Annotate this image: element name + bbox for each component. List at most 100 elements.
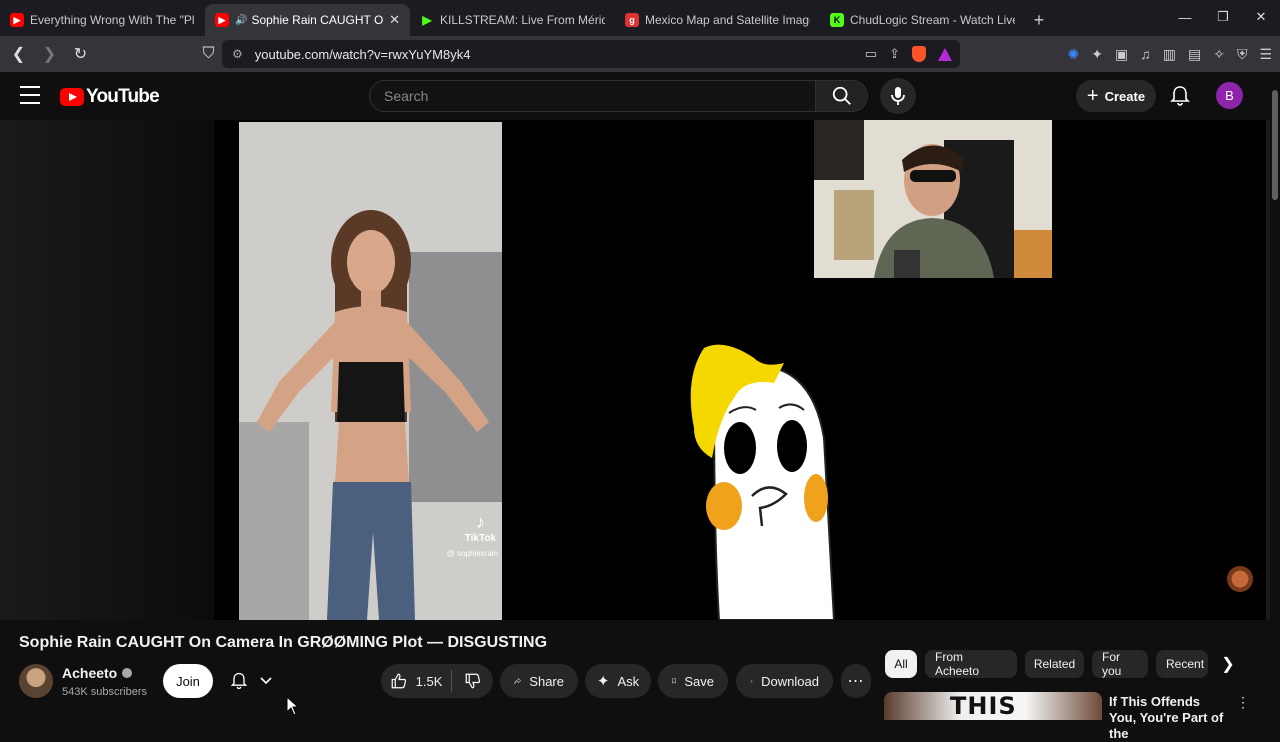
brave-rewards-icon[interactable] [938, 47, 952, 61]
close-window-icon[interactable]: ✕ [1242, 0, 1280, 34]
chevron-down-icon [260, 677, 272, 685]
chip-label: Recent [1166, 657, 1205, 671]
browser-tab-active[interactable]: ▶ 🔊 Sophie Rain CAUGHT On Cam ✕ [205, 4, 410, 36]
leo-ai-icon[interactable]: ✧ [1213, 46, 1225, 63]
account-avatar[interactable]: B [1216, 82, 1243, 109]
dislike-button[interactable] [452, 664, 493, 698]
thumbs-up-icon [391, 673, 406, 689]
chip-label: Related [1033, 657, 1076, 671]
thumbs-down-icon [465, 673, 480, 689]
more-actions-button[interactable]: ⋯ [841, 664, 871, 698]
more-horizontal-icon: ⋯ [847, 673, 865, 690]
search-button[interactable] [816, 80, 868, 112]
close-tab-icon[interactable]: ✕ [389, 12, 400, 28]
like-count: 1.5K [415, 673, 443, 689]
like-button[interactable]: 1.5K [381, 664, 451, 698]
browser-tab[interactable]: ▶ Everything Wrong With The "Plus Size [0, 4, 205, 36]
extensions-icon[interactable]: ✦ [1091, 46, 1103, 63]
window-controls: — ❐ ✕ [1166, 0, 1280, 34]
address-bar-row: ❮ ❯ ↻ ⛉ ⚙ youtube.com/watch?v=rwxYuYM8yk… [0, 36, 1280, 72]
brave-shields-icon[interactable] [912, 46, 926, 62]
microphone-icon [891, 87, 905, 105]
sparkle-icon: ✦ [596, 673, 610, 690]
url-text: youtube.com/watch?v=rwxYuYM8yk4 [254, 46, 471, 62]
wallet-icon[interactable]: ▤ [1188, 46, 1201, 63]
vpn-shield-icon[interactable]: ⛨ [1237, 46, 1248, 63]
youtube-icon: ▶ [10, 13, 24, 27]
avatar-letter: B [1225, 88, 1234, 103]
scrollbar-thumb[interactable] [1272, 90, 1278, 200]
ask-button[interactable]: ✦ Ask [585, 664, 651, 698]
page-scrollbar[interactable] [1270, 72, 1280, 720]
bookmark-save-icon [672, 678, 677, 684]
search-placeholder: Search [384, 88, 429, 104]
play-icon: ▶ [422, 13, 432, 27]
share-page-icon[interactable]: ⇪ [889, 46, 900, 62]
speaker-icon[interactable]: 🔊 [235, 15, 247, 26]
join-button[interactable]: Join [163, 664, 213, 698]
screenshot-icon[interactable]: ▣ [1115, 46, 1128, 63]
menu-icon[interactable]: ☰ [1259, 46, 1272, 63]
ambient-left [0, 120, 214, 620]
search-input[interactable]: Search [369, 80, 816, 112]
kick-icon: K [830, 13, 844, 27]
bell-icon [230, 672, 248, 690]
forward-icon[interactable]: ❯ [37, 40, 62, 68]
chip-related[interactable]: Related [1025, 650, 1084, 678]
download-button[interactable]: Download [736, 664, 833, 698]
chip-from-channel[interactable]: From Acheeto [925, 650, 1017, 678]
create-label: Create [1104, 88, 1146, 104]
save-button[interactable]: Save [658, 664, 728, 698]
notifications-bell-icon[interactable] [1168, 84, 1192, 108]
channel-name[interactable]: Acheeto [62, 665, 133, 681]
tiktok-brand: TikTok [464, 533, 496, 544]
subscription-bell-button[interactable] [222, 664, 280, 698]
restore-icon[interactable]: ❐ [1204, 0, 1242, 34]
cartoon-ghost-character [690, 344, 836, 620]
cast-icon[interactable]: ▭ [865, 46, 877, 62]
new-tab-button[interactable]: + [1025, 4, 1053, 36]
chip-for-you[interactable]: For you [1092, 650, 1148, 678]
chip-recent[interactable]: Recent [1156, 650, 1208, 678]
tab-title: Sophie Rain CAUGHT On Cam [251, 13, 384, 27]
guide-menu-icon[interactable] [20, 86, 40, 104]
browser-tab[interactable]: K ChudLogic Stream - Watch Live o [820, 4, 1025, 36]
related-video-title[interactable]: If This Offends You, You're Part of the [1109, 694, 1229, 742]
voice-search-button[interactable] [880, 78, 916, 114]
share-button[interactable]: Share [500, 664, 578, 698]
save-label: Save [684, 673, 714, 689]
tab-title: KILLSTREAM: Live From Mérida, M [440, 13, 605, 27]
music-icon[interactable]: ♫ [1140, 46, 1151, 62]
download-label: Download [761, 673, 819, 689]
related-video-thumbnail[interactable]: THIS [884, 692, 1102, 720]
back-icon[interactable]: ❮ [6, 40, 31, 68]
vpn-icon[interactable]: ✺ [1068, 46, 1080, 63]
video-title: Sophie Rain CAUGHT On Camera In GRØØMING… [19, 634, 548, 651]
logo-text: YouTube [86, 86, 160, 107]
sidebar-icon[interactable]: ▥ [1163, 46, 1176, 63]
create-button[interactable]: + Create [1076, 80, 1156, 112]
extension-toolbar: ✺ ✦ ▣ ♫ ▥ ▤ ✧ ⛨ ☰ [1068, 36, 1272, 72]
map-icon: g [625, 13, 639, 27]
url-bar[interactable]: ⚙ youtube.com/watch?v=rwxYuYM8yk4 ▭ ⇪ [222, 40, 960, 68]
subscriber-count: 543K subscribers [62, 686, 147, 698]
chips-next-icon[interactable]: ❯ [1216, 650, 1240, 678]
share-label: Share [529, 673, 564, 689]
tab-title: Everything Wrong With The "Plus Size [30, 13, 195, 27]
chip-label: From Acheeto [935, 650, 980, 678]
browser-tab[interactable]: g Mexico Map and Satellite Image [615, 4, 820, 36]
chip-all[interactable]: All [885, 650, 917, 678]
youtube-header: YouTube Search + Create B [0, 72, 1280, 120]
browser-tab[interactable]: ▶ KILLSTREAM: Live From Mérida, M [410, 4, 615, 36]
video-player[interactable]: ♪ TikTok @ sophiexrain [214, 120, 1266, 620]
channel-avatar[interactable] [19, 664, 53, 698]
search-icon [832, 86, 851, 105]
chip-label: All [894, 657, 908, 671]
youtube-logo[interactable]: YouTube [60, 86, 160, 108]
related-more-icon[interactable]: ⋮ [1236, 694, 1250, 711]
bookmark-icon[interactable]: ⛉ [196, 40, 221, 68]
floating-avatar-icon[interactable] [1227, 566, 1253, 592]
reload-icon[interactable]: ↻ [68, 40, 93, 68]
site-info-icon[interactable]: ⚙ [232, 47, 243, 61]
minimize-icon[interactable]: — [1166, 0, 1204, 34]
